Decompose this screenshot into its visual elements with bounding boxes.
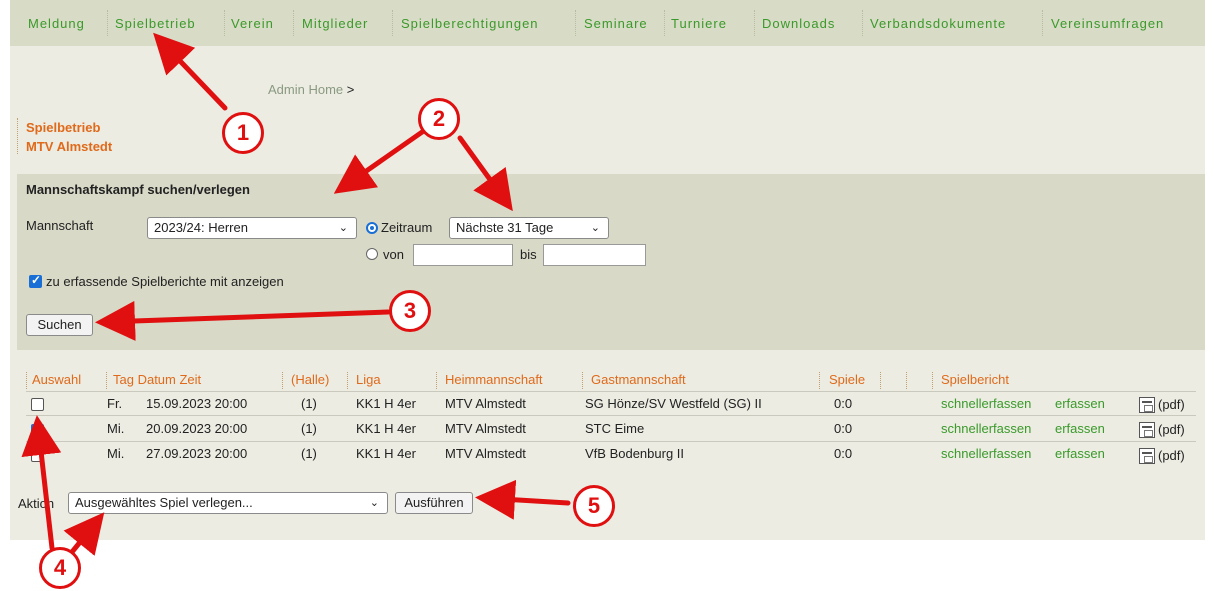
- callout-4: 4: [39, 547, 81, 589]
- callout-3: 3: [389, 290, 431, 332]
- callout-5: 5: [573, 485, 615, 527]
- arrow-4a: [21, 415, 62, 551]
- arrow-2b: [457, 135, 513, 212]
- arrow-1: [153, 32, 228, 111]
- arrow-5: [475, 479, 571, 520]
- callout-1: 1: [222, 112, 264, 154]
- arrow-3: [95, 300, 391, 341]
- arrow-4b: [63, 512, 105, 556]
- arrow-2a: [333, 127, 428, 194]
- callout-2: 2: [418, 98, 460, 140]
